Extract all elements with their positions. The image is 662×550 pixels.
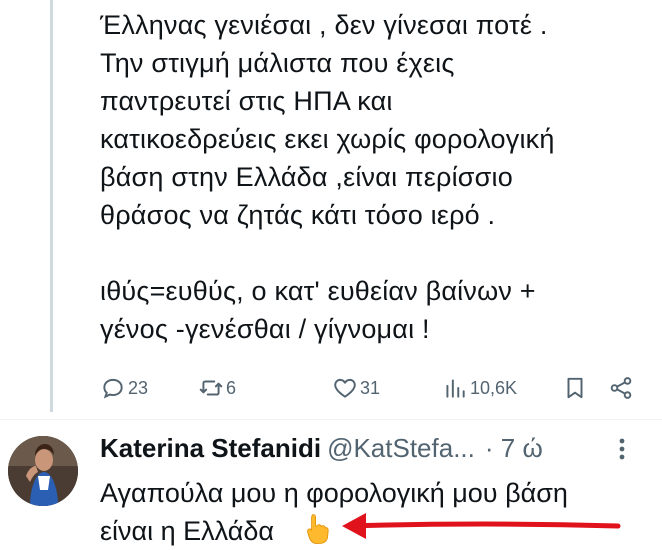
like-count: 31 bbox=[360, 377, 381, 398]
author-handle[interactable]: @KatStefa... bbox=[327, 433, 475, 463]
views-button[interactable]: 10,6K bbox=[442, 370, 517, 406]
share-icon bbox=[610, 377, 632, 399]
more-button[interactable] bbox=[610, 436, 634, 462]
tweet-text: Έλληνας γενιέσαι , δεν γίνεσαι ποτέ . Τη… bbox=[100, 10, 555, 344]
repost-count: 6 bbox=[226, 377, 237, 398]
avatar[interactable] bbox=[8, 436, 78, 506]
red-arrow-annotation bbox=[342, 513, 621, 539]
views-count: 10,6K bbox=[470, 377, 518, 398]
share-button[interactable] bbox=[608, 370, 634, 406]
bar-chart-icon bbox=[446, 379, 465, 398]
repost-arrows-icon bbox=[199, 380, 223, 396]
reply-button[interactable]: 23 bbox=[100, 370, 148, 406]
point-up-finger-emoji bbox=[307, 514, 329, 544]
avatar-photo bbox=[8, 436, 78, 506]
repost-button[interactable]: 6 bbox=[198, 370, 236, 406]
heart-icon bbox=[334, 378, 356, 398]
speech-bubble-icon bbox=[103, 378, 123, 399]
like-button[interactable]: 31 bbox=[332, 370, 380, 406]
bookmark-button[interactable] bbox=[562, 370, 588, 406]
reply-count: 23 bbox=[128, 377, 149, 398]
reply-header: Katerina Stefanidi @KatStefa... · 7 ώ bbox=[100, 430, 660, 466]
author-name[interactable]: Katerina Stefanidi bbox=[100, 433, 321, 463]
more-dots-icon bbox=[619, 438, 625, 460]
bookmark-icon bbox=[567, 377, 583, 399]
thread-connector-line bbox=[50, 0, 53, 412]
timestamp[interactable]: · 7 ώ bbox=[485, 433, 543, 463]
tweet-divider bbox=[0, 419, 662, 420]
tweet-action-bar: 23 6 31 10,6K bbox=[100, 370, 640, 406]
